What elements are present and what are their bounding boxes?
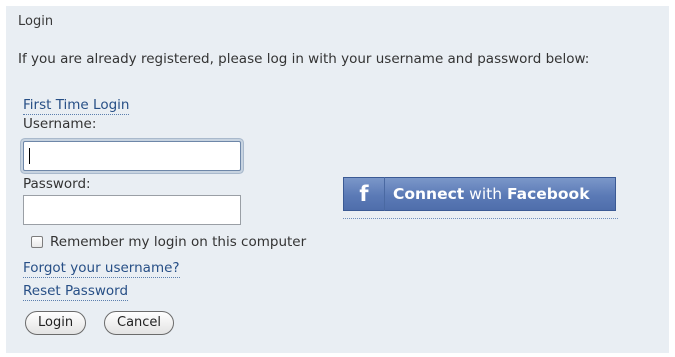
facebook-f-icon: f xyxy=(359,182,369,206)
username-label: Username: xyxy=(23,116,97,132)
password-input[interactable] xyxy=(23,195,241,225)
remember-checkbox[interactable] xyxy=(31,236,43,248)
remember-row: Remember my login on this computer xyxy=(31,234,306,250)
text-caret xyxy=(29,148,30,164)
facebook-with-word: with xyxy=(469,185,503,203)
reset-password-link[interactable]: Reset Password xyxy=(23,283,129,301)
facebook-connect-button[interactable]: f Connect with Facebook xyxy=(343,177,616,211)
username-input[interactable] xyxy=(23,141,241,171)
remember-label: Remember my login on this computer xyxy=(50,234,307,250)
password-label: Password: xyxy=(23,176,91,192)
facebook-connect-wrap: f Connect with Facebook xyxy=(343,177,618,219)
facebook-connect-label: Connect with Facebook xyxy=(393,185,590,203)
panel-title: Login xyxy=(18,14,54,29)
login-button[interactable]: Login xyxy=(25,311,87,335)
forgot-username-link[interactable]: Forgot your username? xyxy=(23,260,180,278)
intro-text: If you are already registered, please lo… xyxy=(18,51,590,67)
facebook-separator xyxy=(384,177,385,211)
first-time-login-link[interactable]: First Time Login xyxy=(23,97,130,115)
cancel-button[interactable]: Cancel xyxy=(104,311,175,335)
facebook-brand-word: Facebook xyxy=(506,185,590,203)
facebook-connect-word: Connect xyxy=(393,185,465,203)
